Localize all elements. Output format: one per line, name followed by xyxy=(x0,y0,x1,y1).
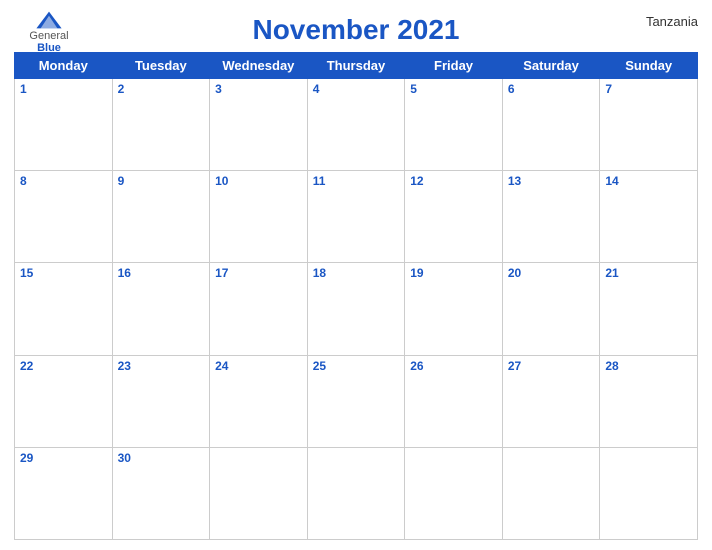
day-number: 1 xyxy=(20,82,107,96)
day-number: 14 xyxy=(605,174,692,188)
calendar-cell: 28 xyxy=(600,355,698,447)
calendar-cell xyxy=(307,447,405,539)
day-number: 18 xyxy=(313,266,400,280)
day-number: 27 xyxy=(508,359,595,373)
calendar-cell: 6 xyxy=(502,79,600,171)
logo-blue-text: Blue xyxy=(37,42,61,54)
days-of-week-row: Monday Tuesday Wednesday Thursday Friday… xyxy=(15,53,698,79)
calendar-cell: 9 xyxy=(112,171,210,263)
col-friday: Friday xyxy=(405,53,503,79)
calendar-cell xyxy=(600,447,698,539)
calendar-cell: 23 xyxy=(112,355,210,447)
calendar-cell xyxy=(502,447,600,539)
calendar-cell xyxy=(210,447,308,539)
day-number: 17 xyxy=(215,266,302,280)
calendar-cell: 26 xyxy=(405,355,503,447)
calendar-cell: 24 xyxy=(210,355,308,447)
calendar-cell: 13 xyxy=(502,171,600,263)
calendar-cell xyxy=(405,447,503,539)
day-number: 15 xyxy=(20,266,107,280)
calendar-cell: 27 xyxy=(502,355,600,447)
calendar-cell: 12 xyxy=(405,171,503,263)
calendar-cell: 25 xyxy=(307,355,405,447)
calendar-table: Monday Tuesday Wednesday Thursday Friday… xyxy=(14,52,698,540)
day-number: 26 xyxy=(410,359,497,373)
calendar-cell: 14 xyxy=(600,171,698,263)
day-number: 10 xyxy=(215,174,302,188)
day-number: 23 xyxy=(118,359,205,373)
col-sunday: Sunday xyxy=(600,53,698,79)
day-number: 13 xyxy=(508,174,595,188)
calendar-cell: 29 xyxy=(15,447,113,539)
general-blue-logo-icon xyxy=(35,10,63,30)
calendar-header: General Blue November 2021 Tanzania xyxy=(14,10,698,46)
calendar-cell: 20 xyxy=(502,263,600,355)
calendar-cell: 16 xyxy=(112,263,210,355)
calendar-cell: 8 xyxy=(15,171,113,263)
day-number: 21 xyxy=(605,266,692,280)
day-number: 5 xyxy=(410,82,497,96)
calendar-cell: 11 xyxy=(307,171,405,263)
week-row-5: 29 30 xyxy=(15,447,698,539)
calendar-cell: 19 xyxy=(405,263,503,355)
day-number: 25 xyxy=(313,359,400,373)
month-title: November 2021 xyxy=(252,14,459,46)
week-row-4: 22 23 24 25 26 27 28 xyxy=(15,355,698,447)
calendar-cell: 21 xyxy=(600,263,698,355)
day-number: 28 xyxy=(605,359,692,373)
day-number: 2 xyxy=(118,82,205,96)
col-thursday: Thursday xyxy=(307,53,405,79)
calendar-wrapper: General Blue November 2021 Tanzania Mond… xyxy=(0,0,712,550)
week-row-2: 89 10 11 12 13 14 xyxy=(15,171,698,263)
logo-general-text: General xyxy=(29,30,68,42)
calendar-cell: 5 xyxy=(405,79,503,171)
logo-area: General Blue xyxy=(14,10,84,54)
country-label: Tanzania xyxy=(646,14,698,29)
day-number: 24 xyxy=(215,359,302,373)
day-number: 20 xyxy=(508,266,595,280)
day-number: 16 xyxy=(118,266,205,280)
col-wednesday: Wednesday xyxy=(210,53,308,79)
col-monday: Monday xyxy=(15,53,113,79)
day-number: 19 xyxy=(410,266,497,280)
day-number: 4 xyxy=(313,82,400,96)
week-row-1: 1234567 xyxy=(15,79,698,171)
week-row-3: 15 16 17 18 19 20 21 xyxy=(15,263,698,355)
calendar-cell: 1 xyxy=(15,79,113,171)
calendar-cell: 7 xyxy=(600,79,698,171)
col-tuesday: Tuesday xyxy=(112,53,210,79)
day-number: 8 xyxy=(20,174,107,188)
calendar-cell: 15 xyxy=(15,263,113,355)
calendar-cell: 3 xyxy=(210,79,308,171)
day-number: 22 xyxy=(20,359,107,373)
day-number: 30 xyxy=(118,451,205,465)
calendar-cell: 10 xyxy=(210,171,308,263)
col-saturday: Saturday xyxy=(502,53,600,79)
calendar-cell: 4 xyxy=(307,79,405,171)
day-number: 6 xyxy=(508,82,595,96)
day-number: 9 xyxy=(118,174,205,188)
calendar-cell: 18 xyxy=(307,263,405,355)
day-number: 29 xyxy=(20,451,107,465)
calendar-cell: 2 xyxy=(112,79,210,171)
calendar-cell: 22 xyxy=(15,355,113,447)
day-number: 12 xyxy=(410,174,497,188)
day-number: 7 xyxy=(605,82,692,96)
calendar-cell: 17 xyxy=(210,263,308,355)
day-number: 3 xyxy=(215,82,302,96)
day-number: 11 xyxy=(313,174,400,188)
calendar-cell: 30 xyxy=(112,447,210,539)
